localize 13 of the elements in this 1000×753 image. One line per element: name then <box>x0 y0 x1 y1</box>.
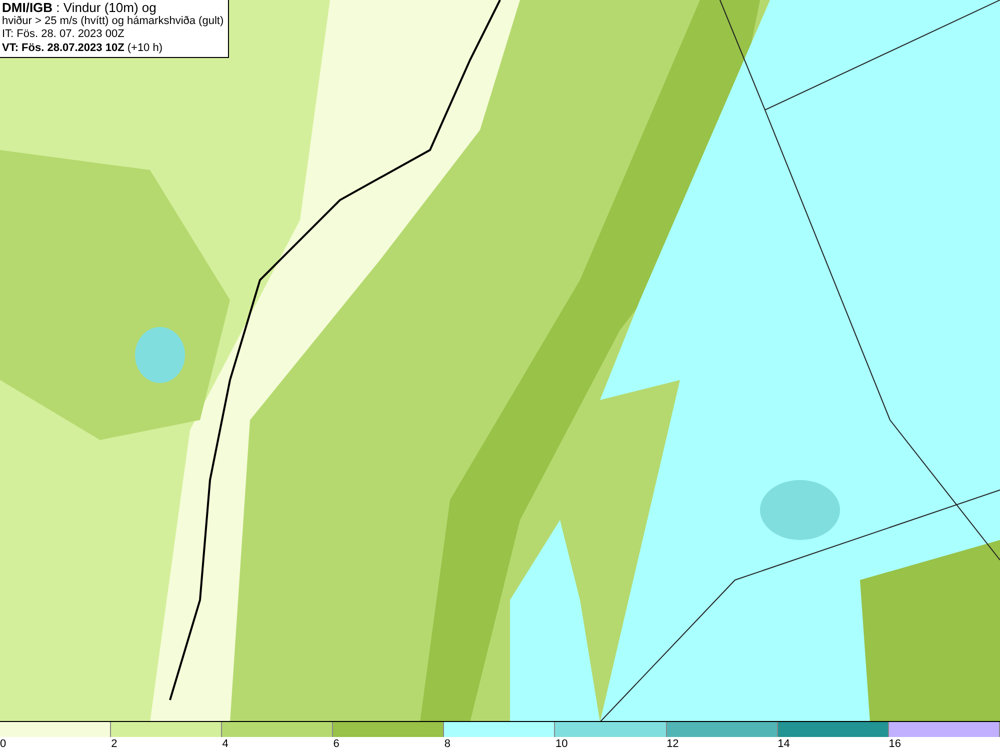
legend-label: 6 <box>332 737 340 752</box>
legend-label: 16 <box>888 737 901 752</box>
header-text: DMI/IGB : Vindur (10m) og <box>2 1 158 14</box>
legend-label: 10 <box>554 737 568 752</box>
header-text: IT: Fös. 28. 07. 2023 00Z <box>2 28 126 42</box>
header-text: hviður > 25 m/s (hvítt) og hámarkshviða (gult) <box>2 14 225 28</box>
legend-label: 8 <box>443 737 450 752</box>
legend-label: 12 <box>666 737 679 752</box>
legend-label: 2 <box>110 737 118 752</box>
legend-label: 0 <box>0 737 6 752</box>
header-text: VT: Fös. 28.07.2023 10Z (+10 h) <box>2 42 164 55</box>
legend-label: 14 <box>776 737 790 752</box>
legend-label: 4 <box>221 737 228 752</box>
